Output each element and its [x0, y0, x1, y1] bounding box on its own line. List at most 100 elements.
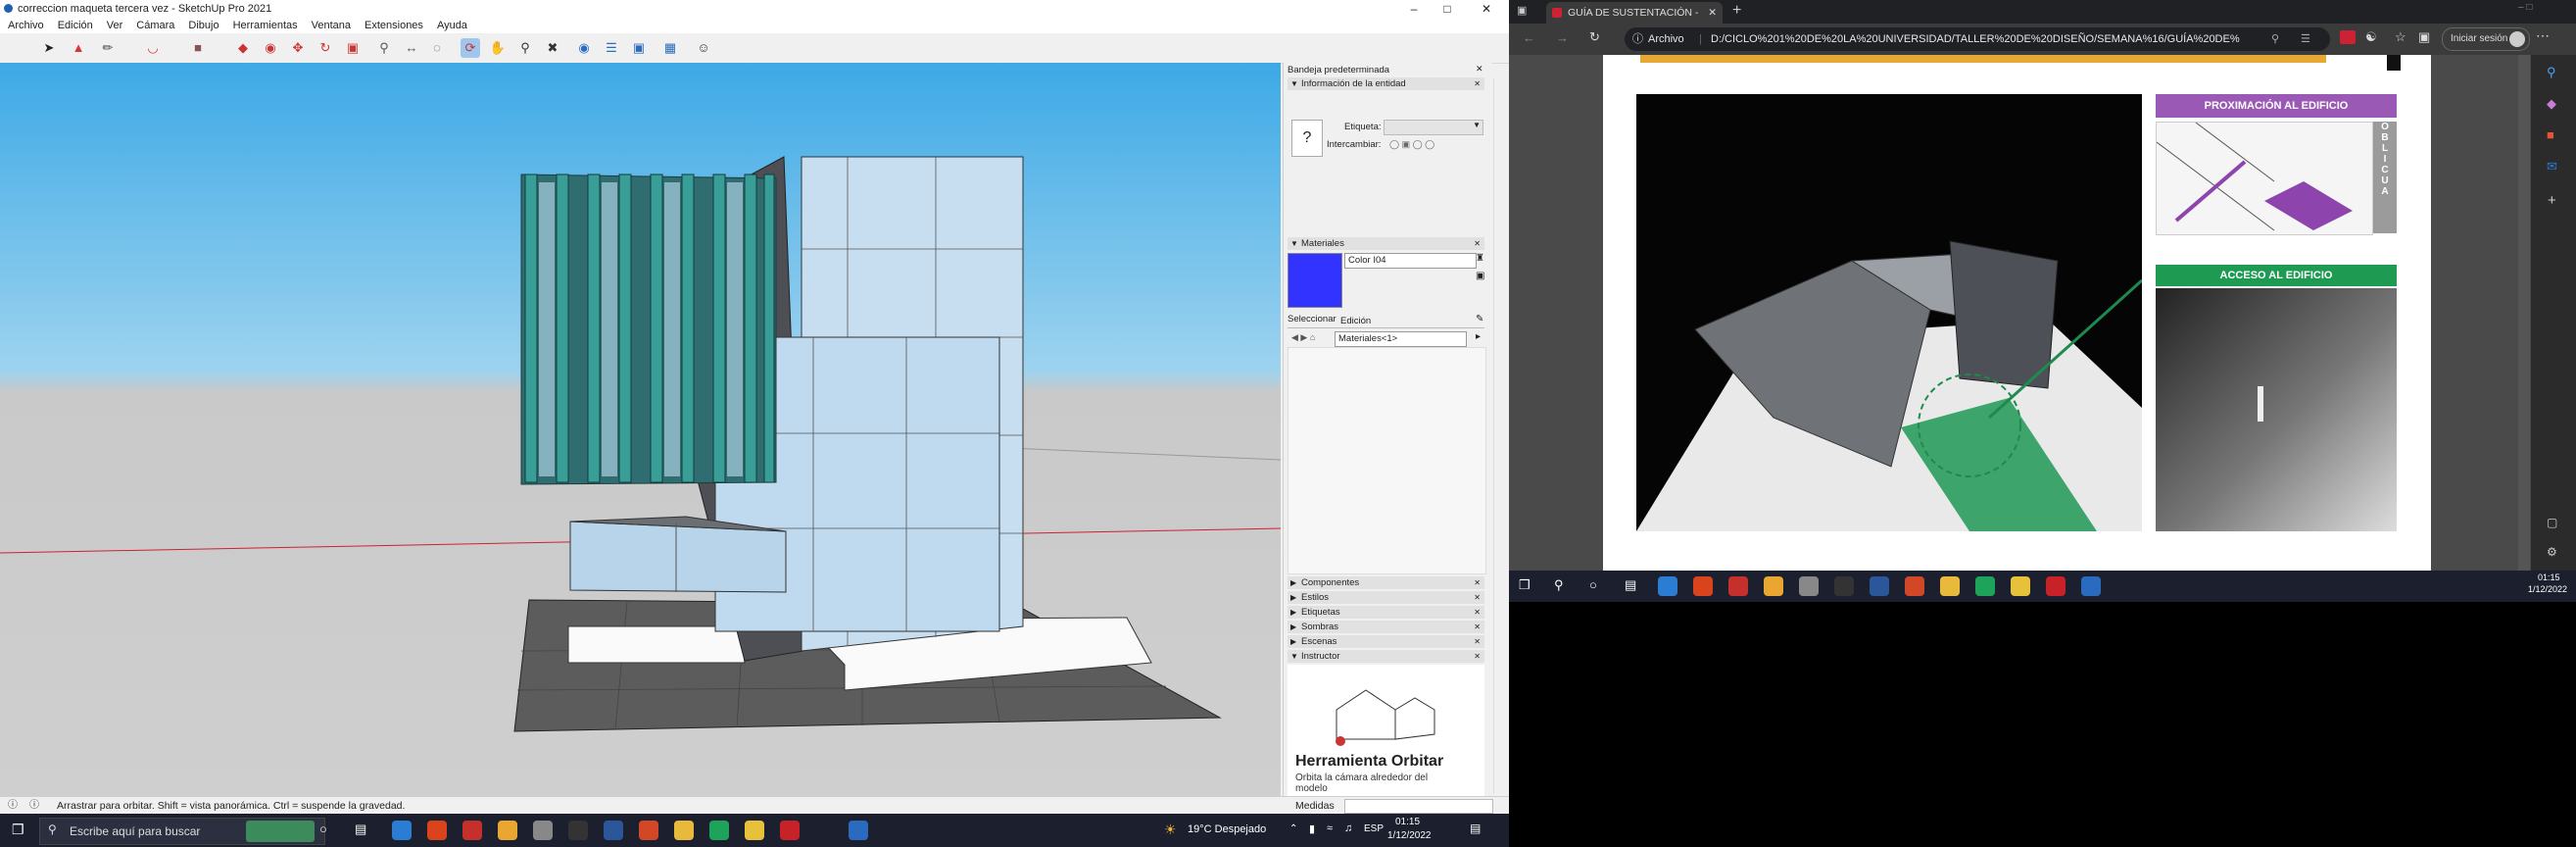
task-view-icon[interactable]: ▤ [1625, 577, 1636, 593]
forward-icon[interactable]: → [1556, 30, 1569, 45]
tab-actions-icon[interactable]: ▣ [1517, 4, 1531, 18]
edge-minimize-button[interactable]: – □ [2518, 2, 2532, 13]
powerpoint-app-icon[interactable] [639, 821, 658, 840]
word-app-icon[interactable] [1870, 576, 1889, 596]
menu-herramientas[interactable]: Herramientas [233, 20, 298, 31]
sketchup-app-icon[interactable] [849, 821, 868, 840]
wifi-icon[interactable]: ≈ [1327, 822, 1333, 834]
etiquetas-header[interactable]: ▶ Etiquetas ✕ [1288, 606, 1484, 619]
3d-viewport[interactable] [0, 63, 1281, 796]
tab-edicion[interactable]: Edición [1340, 316, 1371, 326]
tab-seleccionar[interactable]: Seleccionar [1288, 314, 1337, 324]
mail-app-icon[interactable] [1658, 576, 1677, 596]
follow-me-tool-icon[interactable]: ◉ [261, 38, 280, 58]
autocad-app-icon[interactable] [462, 821, 482, 840]
line-tool-icon[interactable]: ✏ [98, 38, 118, 58]
intercambiar-icons[interactable]: ◯ ▣ ◯ ◯ [1389, 139, 1434, 150]
office-icon[interactable]: ■ [2547, 127, 2554, 142]
menu-ver[interactable]: Ver [107, 20, 123, 31]
section-close-icon[interactable]: ✕ [1474, 606, 1481, 619]
details-arrow-icon[interactable]: ▸ [1476, 331, 1481, 342]
edge-app-icon[interactable] [709, 821, 729, 840]
section-close-icon[interactable]: ✕ [1474, 650, 1481, 663]
pdf-viewer[interactable]: PROXIMACIÓN AL EDIFICIO O B L I C U A AC… [1509, 55, 2531, 571]
cortana-icon[interactable]: ○ [319, 822, 327, 836]
section-close-icon[interactable]: ✕ [1474, 591, 1481, 604]
tab-close-icon[interactable]: ✕ [1708, 2, 1717, 24]
tray-pin-icon[interactable]: ✕ [1476, 64, 1483, 75]
store-app-icon[interactable] [1764, 576, 1783, 596]
move-tool-icon[interactable]: ✥ [288, 38, 308, 58]
opera-app-icon[interactable] [780, 821, 800, 840]
search-icon[interactable]: ⚲ [1554, 577, 1564, 593]
tray-scrollbar[interactable] [1493, 78, 1508, 794]
menu-camara[interactable]: Cámara [136, 20, 174, 31]
more-icon[interactable]: ⋯ [2536, 27, 2550, 44]
section-close-icon[interactable]: ✕ [1474, 77, 1481, 90]
zoom-extents-icon[interactable]: ✖ [543, 38, 562, 58]
language-indicator[interactable]: ESP [1364, 823, 1384, 834]
rotate-tool-icon[interactable]: ↻ [316, 38, 335, 58]
weather-text[interactable]: 19°C Despejado [1188, 823, 1266, 835]
protractor-icon[interactable]: ◌ [427, 38, 447, 58]
signin-button[interactable]: Iniciar sesión [2442, 27, 2530, 51]
componentes-header[interactable]: ▶ Componentes ✕ [1288, 576, 1484, 589]
warehouse-icon[interactable]: ◉ [574, 38, 594, 58]
material-swatch[interactable] [1288, 253, 1342, 308]
close-button[interactable]: ✕ [1470, 0, 1503, 18]
etiqueta-dropdown[interactable]: ▼ [1384, 120, 1483, 135]
minimize-button[interactable]: – [1397, 0, 1431, 18]
powerpoint-app-icon[interactable] [1905, 576, 1924, 596]
tray-chevron-icon[interactable]: ⌃ [1289, 823, 1297, 834]
office-app-icon[interactable] [1693, 576, 1713, 596]
extension-warehouse-icon[interactable]: ☰ [602, 38, 621, 58]
volume-icon[interactable]: ♫ [1344, 822, 1352, 834]
info-icon[interactable]: ⓘ [8, 797, 18, 815]
material-name-field[interactable]: Color I04 [1344, 253, 1477, 269]
materials-collection-dropdown[interactable]: Materiales<1> [1335, 331, 1467, 347]
start-icon[interactable]: ❒ [12, 822, 24, 838]
section-close-icon[interactable]: ✕ [1474, 237, 1481, 250]
extension-manager-icon[interactable]: ▦ [660, 38, 680, 58]
instructor-header[interactable]: ▼ Instructor ✕ [1288, 650, 1484, 663]
tape-measure-icon[interactable]: ⚲ [374, 38, 394, 58]
add-icon[interactable]: + [2548, 192, 2556, 209]
notification-icon[interactable]: ▤ [1470, 822, 1481, 835]
chrome-app-icon[interactable] [745, 821, 764, 840]
office-app-icon[interactable] [427, 821, 447, 840]
word-app-icon[interactable] [604, 821, 623, 840]
sidebar-toggle-icon[interactable]: ▢ [2547, 516, 2557, 529]
menu-ayuda[interactable]: Ayuda [437, 20, 467, 31]
menu-extensiones[interactable]: Extensiones [365, 20, 423, 31]
materials-list[interactable] [1288, 347, 1486, 574]
favorites-icon[interactable]: ☆ [2395, 29, 2406, 45]
eyedropper-icon[interactable]: ✎ [1476, 314, 1483, 324]
menu-dibujo[interactable]: Dibujo [188, 20, 219, 31]
new-tab-icon[interactable]: + [1732, 2, 1741, 20]
material-cube-icon[interactable]: ▣ [1476, 271, 1484, 281]
orbit-tool-icon[interactable]: ⟳ [461, 38, 480, 58]
sketchup-app-icon[interactable] [2081, 576, 2101, 596]
extensions-puzzle-icon[interactable]: ☯ [2365, 29, 2377, 45]
measurements-field[interactable] [1344, 799, 1493, 814]
menu-ventana[interactable]: Ventana [312, 20, 351, 31]
layout-icon[interactable]: ▣ [629, 38, 649, 58]
dimension-tool-icon[interactable]: ↔ [402, 38, 421, 58]
eraser-tool-icon[interactable]: ▲ [69, 38, 88, 58]
select-tool-icon[interactable]: ➤ [39, 38, 59, 58]
battery-icon[interactable]: ▮ [1309, 822, 1315, 835]
estilos-header[interactable]: ▶ Estilos ✕ [1288, 591, 1484, 604]
section-close-icon[interactable]: ✕ [1474, 621, 1481, 633]
maximize-button[interactable]: □ [1431, 0, 1464, 18]
section-close-icon[interactable]: ✕ [1474, 635, 1481, 648]
refresh-icon[interactable]: ↻ [1589, 29, 1600, 45]
epic-app-icon[interactable] [1834, 576, 1854, 596]
search-icon[interactable]: ⚲ [2547, 65, 2556, 80]
materials-header[interactable]: ▼ Materiales ✕ [1288, 237, 1484, 250]
account-icon[interactable]: ☺ [694, 38, 713, 58]
rectangle-tool-icon[interactable]: ■ [188, 38, 208, 58]
push-pull-tool-icon[interactable]: ◆ [233, 38, 253, 58]
zoom-icon[interactable]: ⚲ [2271, 27, 2279, 51]
collections-icon[interactable]: ▣ [2418, 29, 2430, 45]
back-forward-icons[interactable]: ◀ ▶ ⌂ [1291, 332, 1315, 343]
